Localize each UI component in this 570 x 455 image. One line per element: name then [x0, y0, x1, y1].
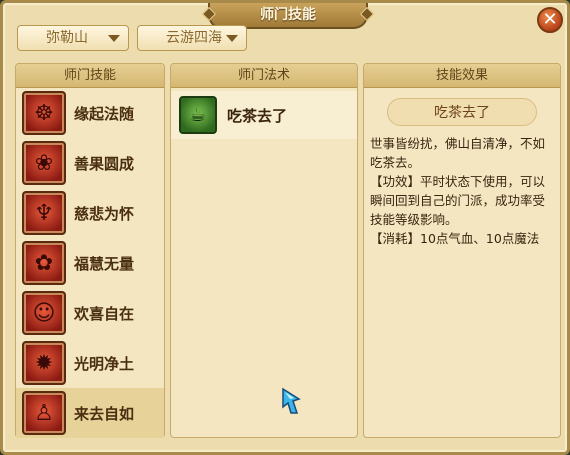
sect-spells-header: 师门法术 [171, 64, 357, 88]
title-ornament-right [359, 6, 375, 22]
chevron-down-icon [226, 35, 238, 42]
skill-label: 善果圆成 [74, 154, 135, 173]
mudra-icon: ☸ [22, 91, 66, 135]
skill-item[interactable]: ❀ 善果圆成 [16, 138, 164, 188]
cursor-icon [282, 387, 301, 414]
skill-label: 福慧无量 [74, 254, 135, 273]
skill-item[interactable]: ☸ 缘起法随 [16, 88, 164, 138]
skill-effect-header: 技能效果 [364, 64, 560, 88]
skill-effect-panel: 技能效果 吃茶去了 世事皆纷扰，佛山自清净，不如吃茶去。 【功效】平时状态下使用… [363, 63, 561, 438]
window-title-text: 师门技能 [260, 7, 316, 23]
skill-label: 光明净土 [74, 354, 135, 373]
close-icon[interactable]: ✕ [537, 7, 563, 33]
sect-skills-panel: 师门技能 ☸ 缘起法随 ❀ 善果圆成 ♆ 慈悲为怀 ✿ 福慧无量 ☺ 欢喜自在 … [15, 63, 165, 438]
meditating-monk-icon: ♙ [22, 391, 66, 435]
skill-item[interactable]: ☺ 欢喜自在 [16, 288, 164, 338]
skill-item-selected[interactable]: ♙ 来去自如 [16, 388, 164, 438]
buddha-icon: ☺ [22, 291, 66, 335]
praying-hands-icon: ♆ [22, 191, 66, 235]
skill-label: 慈悲为怀 [74, 204, 135, 223]
skill-label: 欢喜自在 [74, 304, 135, 323]
mountain-dropdown[interactable]: 弥勒山 [17, 25, 129, 51]
travel-dropdown-value: 云游四海 [166, 30, 222, 46]
effect-name-banner: 吃茶去了 [387, 98, 537, 126]
effect-cost-text: 【消耗】10点气血、10点魔法 [370, 231, 540, 246]
travel-dropdown[interactable]: 云游四海 [137, 25, 247, 51]
spell-label: 吃茶去了 [227, 106, 288, 125]
skill-item[interactable]: ✹ 光明净土 [16, 338, 164, 388]
chevron-down-icon [108, 35, 120, 42]
skill-label: 来去自如 [74, 404, 135, 423]
flame-icon: ✹ [22, 341, 66, 385]
effect-flavor-text: 世事皆纷扰，佛山自清净，不如吃茶去。 [370, 136, 546, 170]
sect-skills-header: 师门技能 [16, 64, 164, 88]
sect-spells-panel: 师门法术 ☕ 吃茶去了 [170, 63, 358, 438]
skill-label: 缘起法随 [74, 104, 135, 123]
lotus-icon: ✿ [22, 241, 66, 285]
teapot-icon: ☕ [179, 96, 217, 134]
effect-description: 世事皆纷扰，佛山自清净，不如吃茶去。 【功效】平时状态下使用，可以瞬间回到自己的… [364, 126, 560, 248]
fruit-icon: ❀ [22, 141, 66, 185]
effect-function-text: 【功效】平时状态下使用，可以瞬间回到自己的门派，成功率受技能等级影响。 [370, 174, 546, 227]
skill-item[interactable]: ♆ 慈悲为怀 [16, 188, 164, 238]
spell-item[interactable]: ☕ 吃茶去了 [171, 91, 357, 139]
title-ornament-left [201, 6, 217, 22]
mountain-dropdown-value: 弥勒山 [46, 30, 88, 46]
skills-window: 师门技能 ✕ 弥勒山 云游四海 师门技能 ☸ 缘起法随 ❀ 善果圆成 ♆ 慈悲为… [0, 0, 570, 455]
skill-item[interactable]: ✿ 福慧无量 [16, 238, 164, 288]
